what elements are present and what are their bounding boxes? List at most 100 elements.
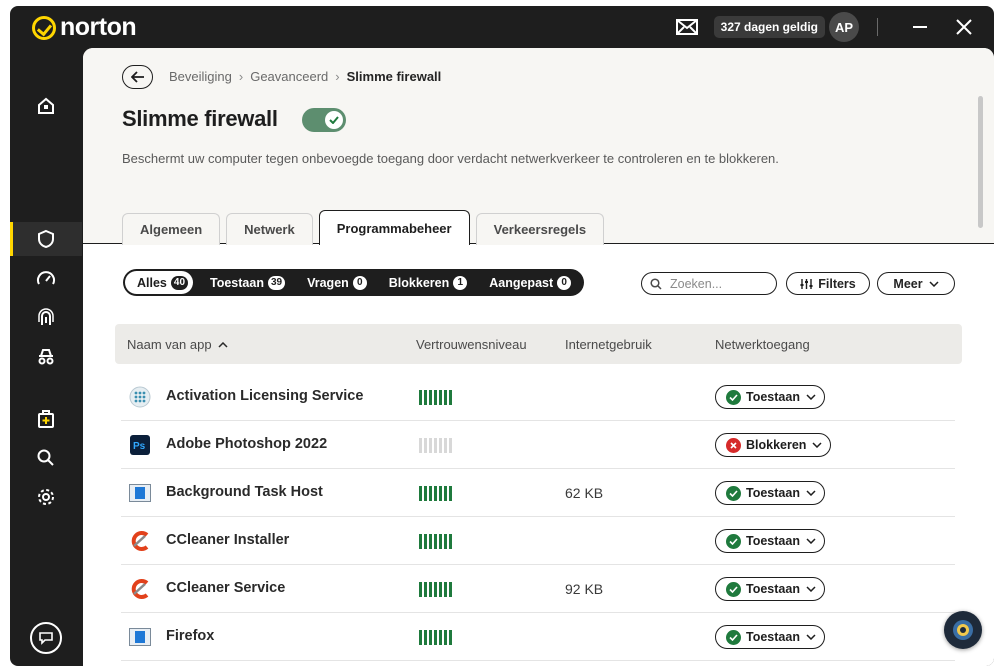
sidebar-item-settings[interactable] (10, 480, 82, 514)
filter-label: Aangepast (489, 275, 554, 290)
page-description: Beschermt uw computer tegen onbevoegde t… (122, 151, 779, 166)
mail-icon[interactable] (675, 19, 698, 35)
scrollbar[interactable] (978, 96, 983, 228)
incognito-icon (38, 349, 54, 365)
network-access-dropdown[interactable]: Blokkeren (715, 433, 832, 457)
main-panel: Beveiliging › Geavanceerd › Slimme firew… (83, 48, 994, 666)
assistant-button[interactable] (944, 611, 982, 649)
chevron-right-icon: › (335, 69, 340, 84)
firewall-toggle[interactable] (302, 108, 346, 132)
filter-count: 0 (352, 275, 367, 290)
table-row[interactable]: CCleaner Service 92 KB Toestaan (121, 565, 955, 613)
column-trust-level[interactable]: Vertrouwensniveau (416, 337, 527, 352)
sidebar-item-health[interactable] (10, 402, 82, 436)
chevron-down-icon (806, 586, 816, 592)
sidebar-item-home[interactable] (10, 89, 82, 123)
filter-count: 0 (557, 275, 572, 290)
filter-vragen[interactable]: Vragen 0 (296, 271, 378, 294)
sidebar-item-search[interactable] (10, 441, 82, 475)
search-icon (37, 449, 54, 466)
titlebar-divider (877, 18, 878, 36)
filter-blokkeren[interactable]: Blokkeren 1 (378, 271, 478, 294)
column-network-access[interactable]: Netwerktoegang (715, 337, 810, 352)
sliders-icon (800, 278, 813, 289)
network-access-dropdown[interactable]: Toestaan (715, 385, 825, 409)
app-window: norton 327 dagen geldig AP Beveiliging ›… (10, 6, 994, 666)
column-app-name[interactable]: Naam van app (127, 337, 228, 352)
minimize-button[interactable] (906, 13, 934, 41)
table-row[interactable]: Activation Licensing Service Toestaan (121, 373, 955, 421)
filter-toestaan[interactable]: Toestaan 39 (199, 271, 296, 294)
search-box (641, 272, 777, 295)
subscription-badge[interactable]: 327 dagen geldig (713, 16, 825, 38)
more-label: Meer (893, 276, 923, 291)
arrow-left-icon (130, 71, 144, 83)
minimize-icon (913, 26, 927, 28)
network-access-dropdown[interactable]: Toestaan (715, 577, 825, 601)
norton-logo: norton (32, 13, 137, 42)
filter-count: 39 (267, 275, 286, 290)
table-row[interactable]: Background Task Host 62 KB Toestaan (121, 469, 955, 517)
access-label: Toestaan (746, 582, 800, 596)
fingerprint-icon (38, 308, 54, 325)
check-circle-icon (726, 581, 741, 597)
sidebar-item-privacy[interactable] (10, 340, 82, 374)
tab-algemeen[interactable]: Algemeen (122, 213, 221, 245)
internet-usage: 62 KB (565, 485, 604, 501)
internet-usage: 92 KB (565, 581, 604, 597)
filter-aangepast[interactable]: Aangepast 0 (478, 271, 582, 294)
table-row[interactable]: Ps Adobe Photoshop 2022 Blokkeren (121, 421, 955, 469)
logo-text: norton (60, 13, 137, 41)
breadcrumb-current: Slimme firewall (346, 69, 442, 84)
column-label: Naam van app (127, 337, 212, 352)
chevron-down-icon (812, 442, 822, 448)
tab-netwerk[interactable]: Netwerk (226, 213, 313, 245)
network-access-dropdown[interactable]: Toestaan (715, 625, 825, 649)
check-circle-icon (726, 533, 741, 549)
page-title: Slimme firewall (122, 106, 278, 131)
breadcrumb: Beveiliging › Geavanceerd › Slimme firew… (169, 69, 441, 84)
table-row[interactable]: CCleaner Installer Toestaan (121, 517, 955, 565)
shield-icon (38, 229, 54, 249)
table-row[interactable]: Firefox Toestaan (121, 613, 955, 661)
more-button[interactable]: Meer (877, 272, 955, 295)
filters-button[interactable]: Filters (786, 272, 870, 295)
sidebar-item-performance[interactable] (10, 262, 82, 296)
checkmark-icon (329, 116, 339, 124)
trust-level-meter (419, 486, 454, 501)
column-internet-usage[interactable]: Internetgebruik (565, 337, 652, 352)
tab-programmabeheer[interactable]: Programmabeheer (318, 210, 470, 247)
avatar[interactable]: AP (829, 12, 859, 42)
app-name: Background Task Host (166, 484, 323, 500)
search-input[interactable] (670, 276, 768, 291)
filter-label: Blokkeren (388, 275, 450, 290)
chevron-up-icon (218, 341, 228, 348)
block-circle-icon (726, 437, 741, 453)
tab-verkeersregels[interactable]: Verkeersregels (475, 213, 605, 245)
back-button[interactable] (122, 65, 153, 89)
trust-level-meter (419, 390, 454, 405)
chat-support-button[interactable] (30, 622, 62, 654)
trust-level-meter (419, 582, 454, 597)
access-label: Blokkeren (746, 438, 807, 452)
sidebar-item-security[interactable] (10, 222, 82, 256)
app-name: Activation Licensing Service (166, 388, 364, 404)
sidebar-item-identity[interactable] (10, 301, 82, 335)
photoshop-icon: Ps (129, 434, 151, 456)
filter-count: 40 (170, 275, 189, 290)
close-button[interactable] (950, 13, 978, 41)
filter-label: Vragen (307, 275, 349, 290)
toggle-knob (325, 111, 343, 129)
filter-alles[interactable]: Alles 40 (125, 271, 194, 294)
close-icon (956, 19, 972, 35)
chevron-down-icon (806, 394, 816, 400)
network-access-dropdown[interactable]: Toestaan (715, 529, 825, 553)
app-name: Adobe Photoshop 2022 (166, 436, 328, 452)
breadcrumb-item-geavanceerd[interactable]: Geavanceerd (250, 69, 328, 84)
breadcrumb-item-beveiliging[interactable]: Beveiliging (169, 69, 232, 84)
network-access-dropdown[interactable]: Toestaan (715, 481, 825, 505)
window-app-icon (129, 482, 151, 504)
chat-icon (39, 632, 53, 645)
check-circle-icon (726, 389, 741, 405)
sidebar (10, 48, 82, 666)
